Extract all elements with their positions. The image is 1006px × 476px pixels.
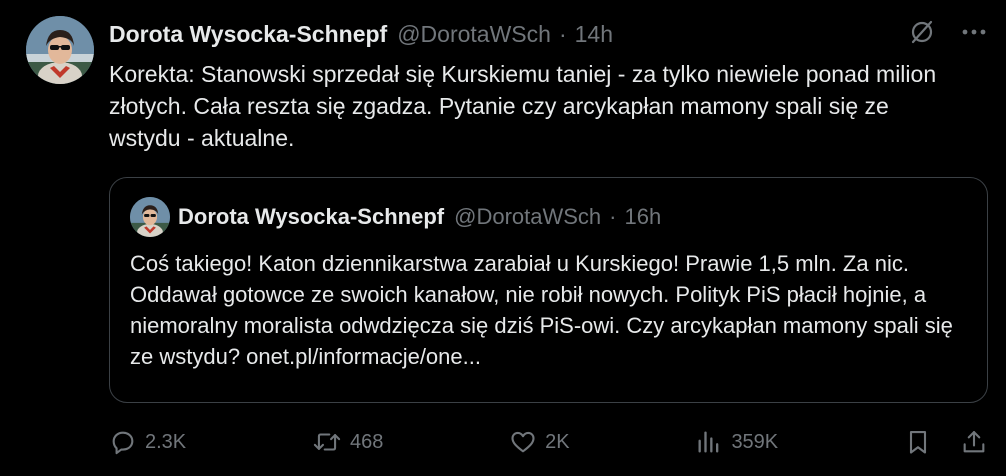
share-icon bbox=[963, 431, 985, 453]
bookmark-button[interactable] bbox=[904, 428, 932, 456]
bookmark-icon bbox=[909, 431, 927, 454]
quoted-text: Coś takiego! Katon dziennikarstwa zarabi… bbox=[130, 251, 953, 369]
heart-icon bbox=[511, 431, 535, 453]
reply-button[interactable]: 2.3K bbox=[109, 428, 186, 456]
repost-button[interactable]: 468 bbox=[312, 428, 383, 456]
slashed-circle-icon[interactable] bbox=[908, 18, 936, 46]
share-button[interactable] bbox=[960, 428, 988, 456]
like-button[interactable]: 2K bbox=[509, 428, 570, 456]
quoted-author-name: Dorota Wysocka-Schnepf bbox=[178, 204, 445, 229]
tweet-top-icons bbox=[908, 18, 988, 46]
action-bar: 2.3K 468 2K 359K bbox=[109, 424, 988, 460]
more-dots-icon[interactable] bbox=[960, 18, 988, 46]
quoted-header: Dorota Wysocka-Schnepf @DorotaWSch · 16h bbox=[178, 202, 661, 232]
views-icon bbox=[698, 431, 719, 453]
author-name[interactable]: Dorota Wysocka-Schnepf bbox=[109, 21, 387, 48]
quoted-author-handle: @DorotaWSch bbox=[454, 204, 602, 229]
separator: · bbox=[558, 20, 567, 47]
reply-icon bbox=[112, 431, 134, 455]
quoted-avatar[interactable] bbox=[130, 197, 170, 237]
repost-count: 468 bbox=[349, 430, 384, 453]
tweet-timestamp[interactable]: 14h bbox=[575, 21, 613, 48]
author-handle[interactable]: @DorotaWSch bbox=[397, 21, 551, 48]
tweet-header: Dorota Wysocka-Schnepf @DorotaWSch · 14h bbox=[109, 19, 896, 49]
tweet-text: Korekta: Stanowski sprzedał się Kurskiem… bbox=[109, 61, 937, 151]
quoted-timestamp: 16h bbox=[624, 204, 662, 229]
views-button[interactable]: 359K bbox=[695, 428, 778, 456]
views-count: 359K bbox=[731, 430, 779, 453]
avatar[interactable] bbox=[26, 16, 94, 84]
quoted-separator: · bbox=[609, 204, 617, 229]
tweet[interactable]: Dorota Wysocka-Schnepf @DorotaWSch · 14h… bbox=[0, 0, 1006, 476]
repost-icon bbox=[313, 433, 341, 451]
quoted-tweet[interactable]: Dorota Wysocka-Schnepf @DorotaWSch · 16h… bbox=[109, 177, 988, 403]
reply-count: 2.3K bbox=[145, 430, 187, 453]
like-count: 2K bbox=[545, 430, 570, 453]
right-actions bbox=[904, 428, 988, 456]
